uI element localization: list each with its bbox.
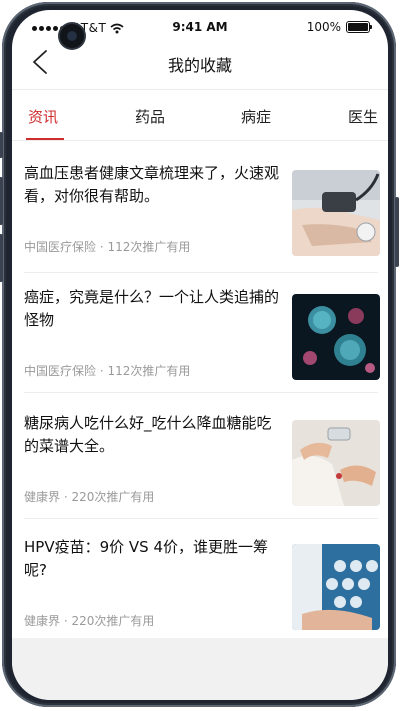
chevron-left-icon	[33, 50, 47, 74]
article-thumbnail	[292, 170, 380, 256]
list-item[interactable]: HPV疫苗：9价 VS 4价，谁更胜一筹呢? 健康界 · 220次推广有用	[24, 516, 380, 639]
power-button	[395, 197, 399, 267]
page-title: 我的收藏	[167, 56, 232, 75]
tab-news[interactable]: 资讯	[28, 106, 58, 127]
article-thumbnail	[292, 544, 380, 630]
tab-drugs[interactable]: 药品	[135, 106, 165, 127]
battery-group: 100%	[306, 20, 372, 34]
article-title: 高血压患者健康文章梳理来了，火速观看，对你很有帮助。	[24, 164, 280, 205]
article-meta: 中国医疗保险 · 112次推广有用	[24, 240, 191, 254]
blood-pressure-measurement-icon	[292, 170, 380, 256]
article-meta: 健康界 · 220次推广有用	[24, 614, 155, 628]
cancer-cells-icon	[292, 294, 380, 380]
battery-percent: 100%	[306, 20, 341, 34]
article-thumbnail	[292, 420, 380, 506]
tabs-divider	[12, 140, 388, 141]
medical-technology-icon	[292, 544, 380, 630]
list-item[interactable]: 高血压患者健康文章梳理来了，火速观看，对你很有帮助。 中国医疗保险 · 112次…	[24, 142, 380, 265]
back-button[interactable]	[26, 46, 56, 78]
phone-frame: AT&T 9:41 AM 100% 我的收藏 资讯 药品 病症 医生 高血压患者…	[0, 2, 399, 707]
article-title: 糖尿病人吃什么好_吃什么降血糖能吃的菜谱大全。	[24, 414, 272, 455]
article-title: HPV疫苗：9价 VS 4价，谁更胜一筹呢?	[24, 538, 268, 579]
article-title: 癌症，究竟是什么？一个让人类追捕的怪物	[24, 288, 280, 329]
glucose-test-icon	[292, 420, 380, 506]
front-camera	[60, 24, 84, 48]
list-item[interactable]: 糖尿病人吃什么好_吃什么降血糖能吃的菜谱大全。 健康界 · 220次推广有用	[24, 392, 380, 515]
navigation-bar: 我的收藏	[12, 42, 388, 82]
battery-icon	[346, 21, 372, 33]
article-meta: 中国医疗保险 · 112次推广有用	[24, 364, 191, 378]
volume-up-button	[0, 177, 3, 225]
article-thumbnail	[292, 294, 380, 380]
list-item[interactable]: 癌症，究竟是什么？一个让人类追捕的怪物 中国医疗保险 · 112次推广有用	[24, 266, 380, 389]
article-meta: 健康界 · 220次推广有用	[24, 490, 155, 504]
footer-area	[12, 638, 388, 700]
tab-bar: 资讯 药品 病症 医生	[12, 90, 388, 140]
tab-diseases[interactable]: 病症	[241, 106, 271, 127]
tab-doctors[interactable]: 医生	[348, 106, 378, 127]
mute-switch	[0, 132, 3, 158]
screen: AT&T 9:41 AM 100% 我的收藏 资讯 药品 病症 医生 高血压患者…	[12, 10, 388, 700]
volume-down-button	[0, 234, 3, 282]
